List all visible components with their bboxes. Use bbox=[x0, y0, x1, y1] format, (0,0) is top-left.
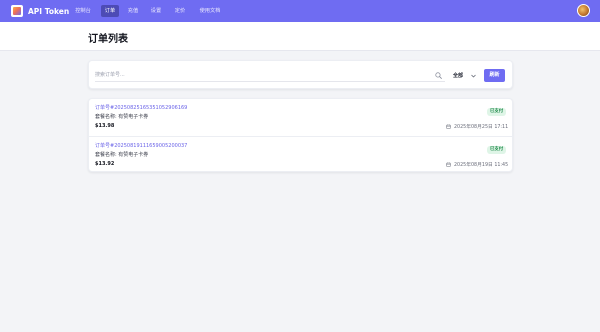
nav-item-settings[interactable]: 设置 bbox=[148, 5, 164, 17]
order-number-link[interactable]: 订单号#2025082516535105290616​9 bbox=[95, 104, 187, 111]
order-package-name: 套餐名称: 有赞电子卡券 bbox=[95, 114, 149, 120]
search-icon[interactable] bbox=[435, 72, 442, 79]
nav-item-docs[interactable]: 使用文档 bbox=[196, 5, 224, 17]
nav-item-recharge[interactable]: 充值 bbox=[125, 5, 141, 17]
refresh-button[interactable]: 刷新 bbox=[484, 69, 505, 82]
brand[interactable]: API Token bbox=[11, 5, 69, 17]
order-price: $13.92 bbox=[95, 161, 115, 167]
order-row[interactable]: 订单号#202508191116590052000​37 套餐名称: 有赞电子卡… bbox=[89, 136, 514, 173]
status-filter-value: 全部 bbox=[453, 73, 464, 79]
search-card: 全部 刷新 bbox=[88, 60, 513, 89]
nav-item-orders[interactable]: 订单 bbox=[101, 5, 119, 17]
top-navbar: API Token 控制台 订单 充值 设置 定价 使用文档 bbox=[0, 0, 600, 22]
status-badge: 已支付 bbox=[487, 146, 507, 154]
order-number-link[interactable]: 订单号#202508191116590052000​37 bbox=[95, 142, 187, 149]
chevron-down-icon bbox=[471, 74, 476, 77]
status-badge: 已支付 bbox=[487, 108, 507, 116]
page-title: 订单列表 bbox=[88, 34, 128, 45]
order-date: 2025年08月25日 17:11 bbox=[446, 123, 509, 130]
order-row[interactable]: 订单号#2025082516535105290616​9 套餐名称: 有赞电子卡… bbox=[89, 99, 514, 136]
order-date-text: 2025年08月19日 11:45 bbox=[454, 162, 509, 168]
calendar-icon bbox=[446, 124, 451, 129]
search-underline bbox=[95, 81, 445, 82]
order-package-name: 套餐名称: 有赞电子卡券 bbox=[95, 152, 149, 158]
nav-item-dashboard[interactable]: 控制台 bbox=[72, 5, 94, 17]
user-avatar[interactable] bbox=[577, 4, 590, 17]
search-input[interactable] bbox=[95, 69, 447, 81]
calendar-icon bbox=[446, 162, 451, 167]
order-date-text: 2025年08月25日 17:11 bbox=[454, 124, 509, 130]
nav-item-pricing[interactable]: 定价 bbox=[172, 5, 188, 17]
brand-name: API Token bbox=[28, 6, 70, 16]
order-price: $13.98 bbox=[95, 123, 115, 129]
brand-logo-icon bbox=[11, 5, 23, 17]
orders-list: 订单号#2025082516535105290616​9 套餐名称: 有赞电子卡… bbox=[88, 98, 514, 173]
status-filter-select[interactable]: 全部 bbox=[453, 71, 476, 80]
order-date: 2025年08月19日 11:45 bbox=[446, 161, 509, 168]
